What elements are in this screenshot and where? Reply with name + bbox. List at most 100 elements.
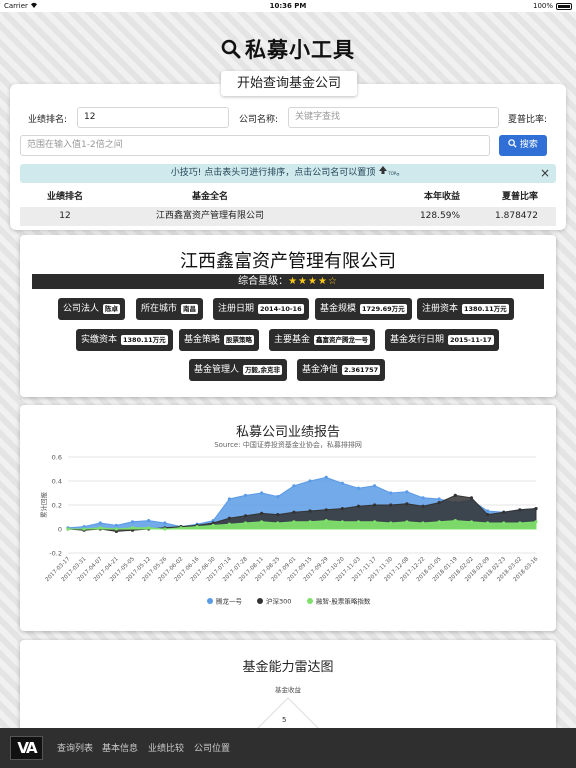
battery-percent: 100% xyxy=(532,2,553,10)
rank-label: 业绩排名: xyxy=(28,115,68,125)
data-point xyxy=(260,520,264,524)
data-point xyxy=(340,507,344,511)
data-point xyxy=(356,520,361,524)
fact-value: 股票策略 xyxy=(224,335,255,345)
data-point xyxy=(292,484,296,488)
data-point xyxy=(82,527,86,531)
radar-grid xyxy=(245,697,331,740)
data-point xyxy=(163,521,167,525)
data-point xyxy=(324,475,328,479)
data-point xyxy=(356,486,361,490)
data-point xyxy=(453,493,457,497)
fact-value: 2014-10-16 xyxy=(258,304,304,314)
close-icon[interactable]: × xyxy=(540,164,550,183)
header-return[interactable]: 本年收益 xyxy=(310,188,460,207)
fact-label: 主要基金 xyxy=(274,335,311,345)
search-button[interactable]: 搜索 xyxy=(499,135,547,156)
data-point xyxy=(292,520,296,524)
data-point xyxy=(437,497,441,501)
rating-stars: ★★★★☆ xyxy=(288,276,338,287)
data-point xyxy=(421,504,425,508)
data-point xyxy=(485,513,490,517)
fact-label: 注册资本 xyxy=(422,304,459,314)
rating-label: 综合星级： xyxy=(238,276,289,287)
table-header-row: 业绩排名 基金全名 本年收益 夏普比率 xyxy=(20,188,556,207)
cell-return: 128.59% xyxy=(419,211,460,221)
section-tag: 开始查询基金公司 xyxy=(221,71,357,96)
top-icon-label: TOP xyxy=(388,171,397,176)
data-point xyxy=(421,496,425,500)
company-name: 江西鑫富资产管理有限公司 xyxy=(180,251,396,272)
data-point xyxy=(308,479,312,483)
battery-indicator: 100% xyxy=(533,2,572,10)
fact-register-capital: 注册资本 1380.11万元 xyxy=(417,298,514,320)
data-point xyxy=(147,519,151,523)
y-tick-label: 0.4 xyxy=(52,478,62,486)
fact-label: 基金策略 xyxy=(184,335,221,345)
data-point xyxy=(373,520,377,524)
data-point xyxy=(405,502,409,506)
data-point xyxy=(389,503,393,507)
data-point xyxy=(260,511,264,515)
y-tick-label: 0.2 xyxy=(52,502,62,510)
data-point xyxy=(389,521,393,525)
fact-register-date: 注册日期 2014-10-16 xyxy=(213,298,309,320)
header-name[interactable]: 基金全名 xyxy=(110,188,310,207)
data-point xyxy=(324,508,328,512)
nav-item-query-list[interactable]: 查询列表 xyxy=(57,741,93,754)
data-point xyxy=(195,525,199,529)
legend-label: 融智-股票策略指数 xyxy=(316,597,371,606)
data-point xyxy=(469,520,474,524)
fact-label: 基金净值 xyxy=(302,365,339,375)
company-search-input[interactable]: 关键字查找 xyxy=(288,107,499,128)
fact-value: 陈卓 xyxy=(103,304,121,314)
cell-company-link[interactable]: 江西鑫富资产管理有限公司 xyxy=(110,207,310,226)
search-icon xyxy=(508,139,517,148)
table-row[interactable]: 12 江西鑫富资产管理有限公司 128.59% 1.878472 xyxy=(20,207,556,226)
y-tick-label: 0 xyxy=(58,526,62,534)
nav-item-basic-info[interactable]: 基本信息 xyxy=(102,741,138,754)
nav-item-performance-compare[interactable]: 业绩比较 xyxy=(148,741,184,754)
fact-nav: 基金净值 2.361757 xyxy=(297,359,386,381)
bottom-nav: VA 查询列表 基本信息 业绩比较 公司位置 xyxy=(0,728,576,768)
search-button-label: 搜索 xyxy=(519,140,538,150)
company-label: 公司名称: xyxy=(239,115,279,125)
fact-main-fund: 主要基金 鑫富资产腾龙一号 xyxy=(269,329,376,351)
fact-value: 1380.11万元 xyxy=(462,304,509,314)
data-point xyxy=(324,519,328,523)
y-tick-label: -0.2 xyxy=(49,550,62,558)
battery-icon xyxy=(556,2,572,10)
fact-label: 基金发行日期 xyxy=(390,335,445,345)
company-card: 江西鑫富资产管理有限公司 综合星级：★★★★☆ 公司法人 陈卓 所在城市 南昌 注册… xyxy=(20,235,556,397)
performance-chart-card: 私募公司业绩报告 Source: 中国证券投资基金业协会，私募排排网 0.6 0.… xyxy=(20,405,556,631)
fact-value: 1729.69万元 xyxy=(360,304,407,314)
data-point xyxy=(114,527,119,531)
fact-value: 万毅,余克非 xyxy=(243,365,282,375)
sharpe-range-input[interactable]: 范围在输入值1-2倍之间 xyxy=(20,135,490,156)
header-sharpe[interactable]: 夏普比率 xyxy=(460,188,556,207)
fact-label: 所在城市 xyxy=(141,304,178,314)
data-point xyxy=(227,516,231,520)
data-point xyxy=(276,495,280,499)
fact-label: 基金规模 xyxy=(320,304,357,314)
data-point xyxy=(485,509,490,513)
data-point xyxy=(292,510,296,514)
fact-label: 实缴资本 xyxy=(81,335,118,345)
data-point xyxy=(211,523,215,527)
legend-label: 沪深300 xyxy=(266,597,291,606)
nav-item-company-location[interactable]: 公司位置 xyxy=(194,741,230,754)
data-point xyxy=(485,521,490,525)
data-point xyxy=(98,521,102,525)
results-table: 业绩排名 基金全名 本年收益 夏普比率 12 江西鑫富资产管理有限公司 128.… xyxy=(20,188,556,226)
data-point xyxy=(243,514,248,518)
search-icon xyxy=(221,39,241,59)
data-point xyxy=(66,527,70,531)
rank-input[interactable]: 12 xyxy=(77,107,229,128)
tip-banner: 小技巧! 点击表头可进行排序，点击公司名可以置顶 TOP。 × xyxy=(20,164,556,183)
legend-marker xyxy=(207,598,213,604)
data-point xyxy=(227,497,231,501)
y-tick-label: 0.6 xyxy=(52,454,62,462)
header-rank[interactable]: 业绩排名 xyxy=(20,188,110,207)
legend-marker xyxy=(307,598,313,604)
data-point xyxy=(502,521,506,525)
